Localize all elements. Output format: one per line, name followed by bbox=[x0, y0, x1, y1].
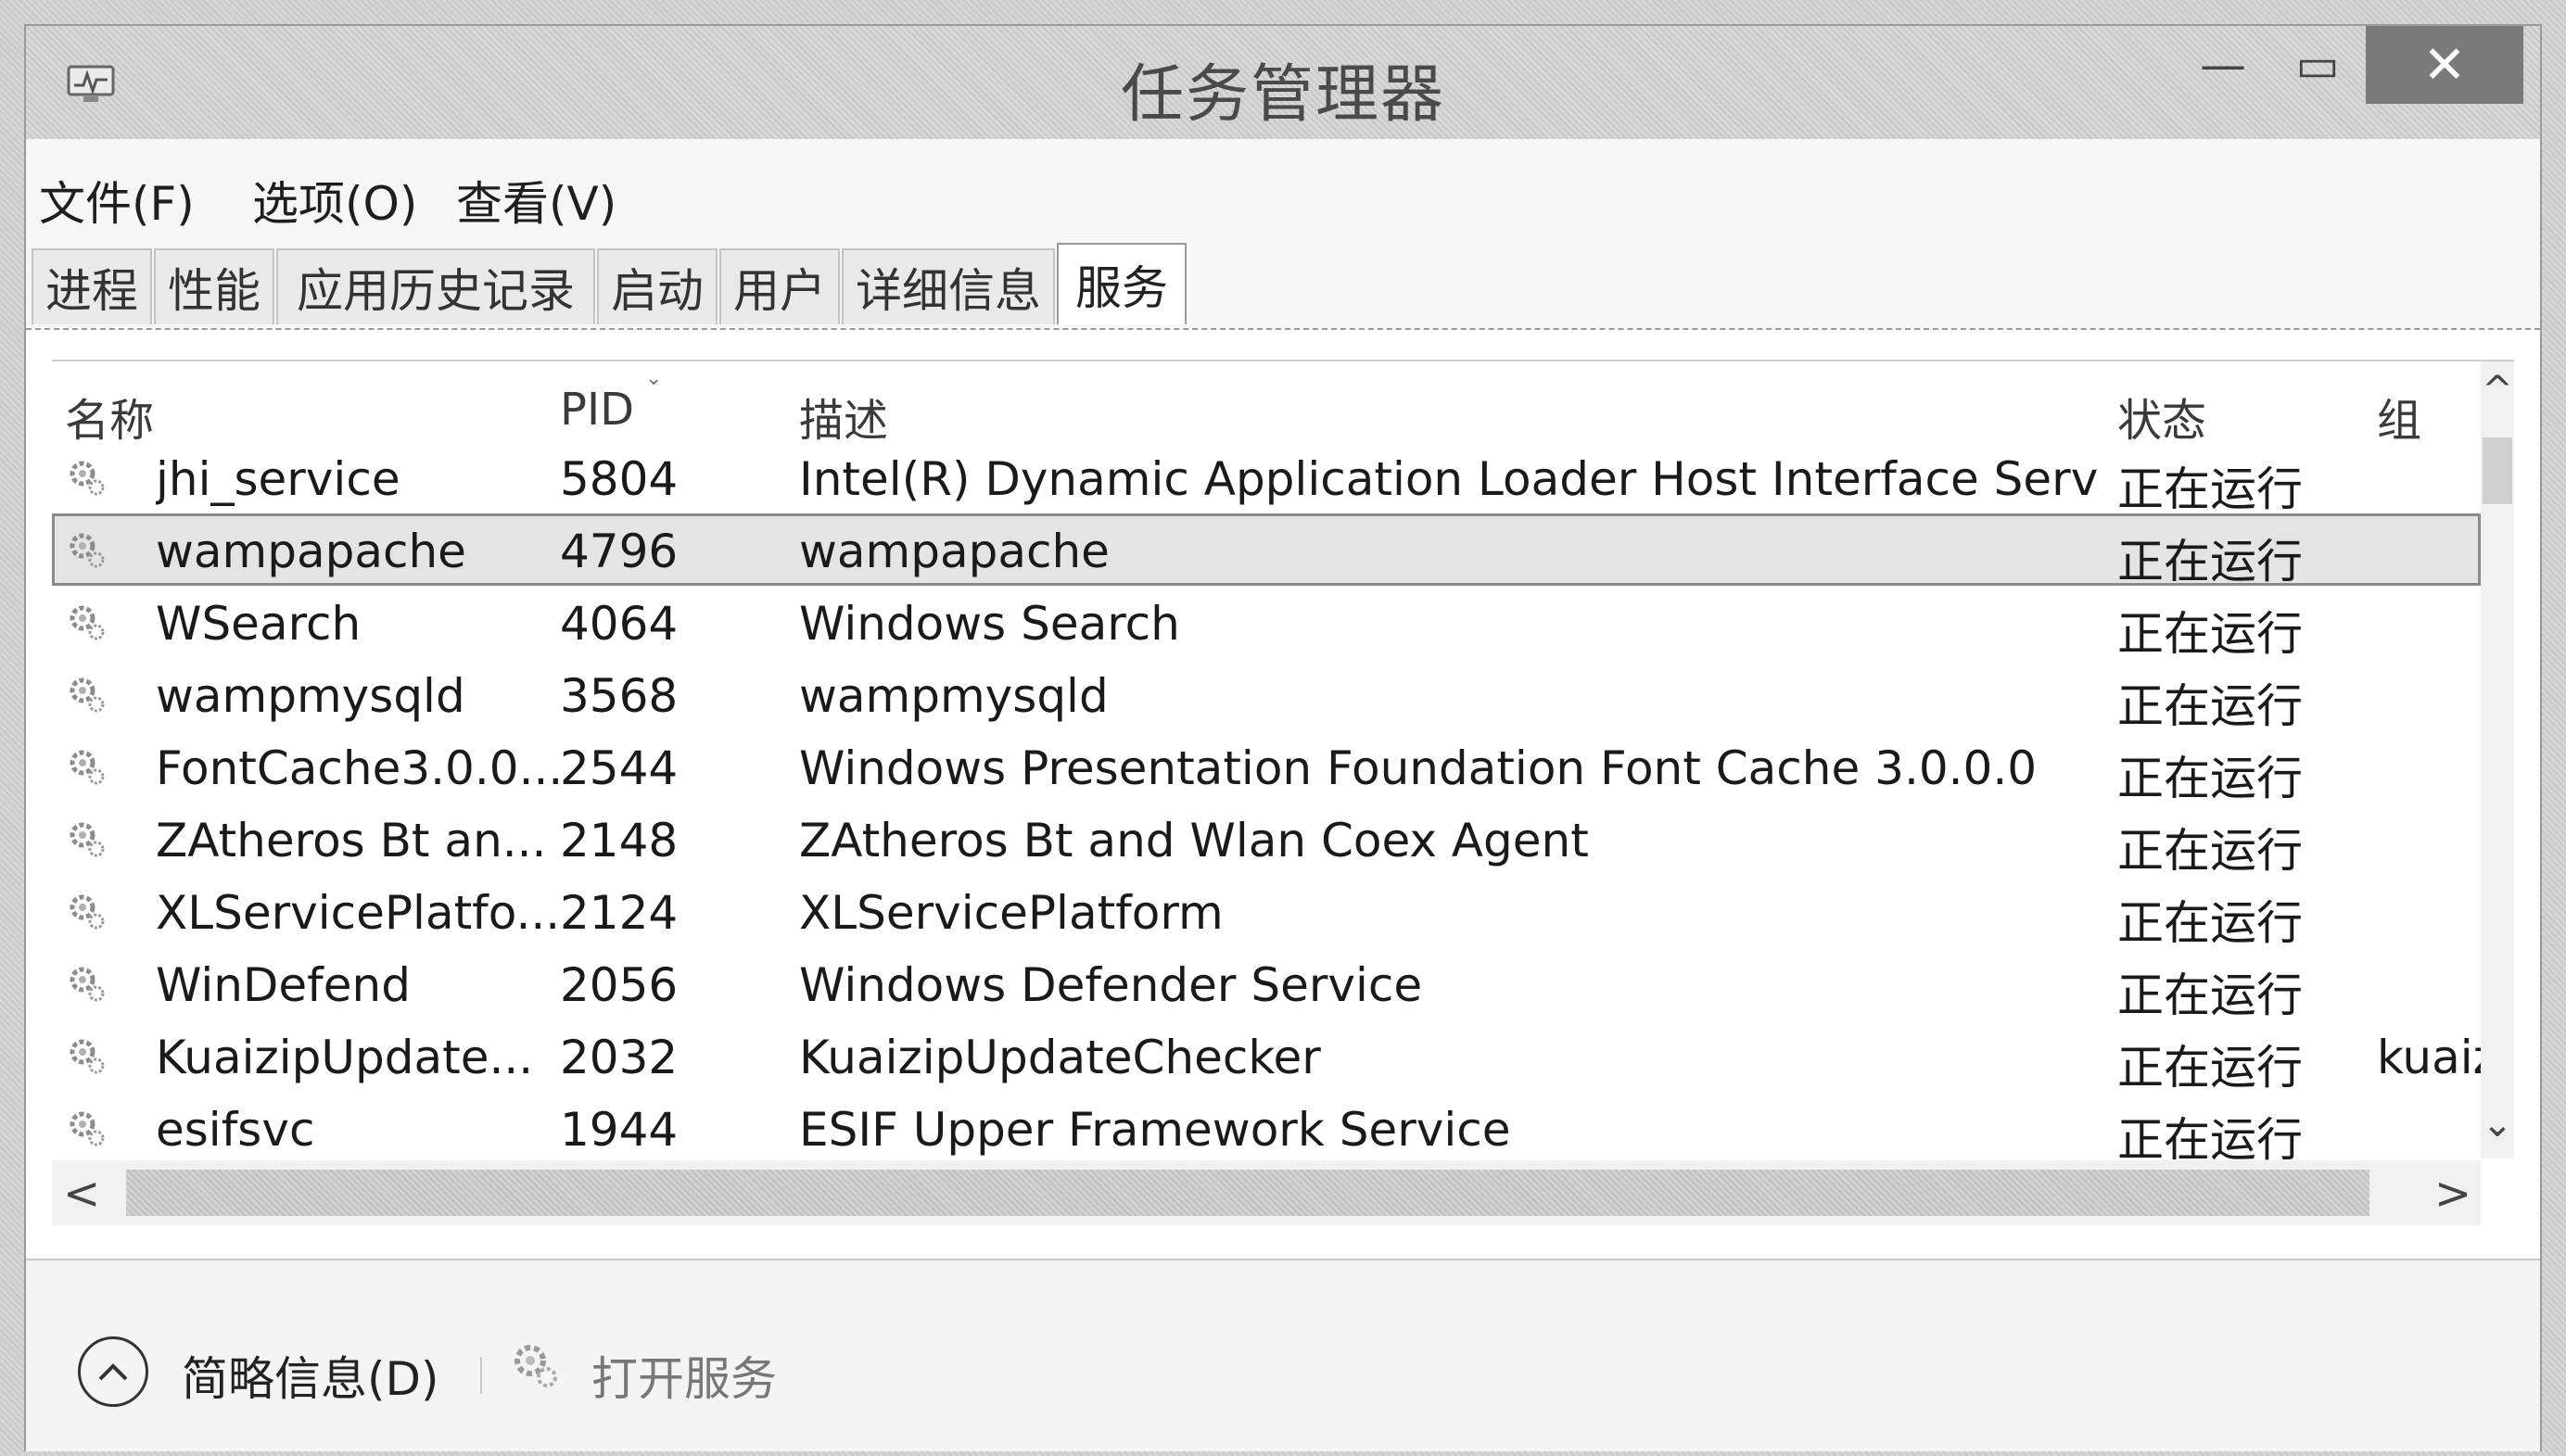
column-header-pid[interactable]: PID bbox=[560, 384, 634, 436]
pid-cell: 2544 bbox=[560, 741, 679, 795]
description-cell: ZAtheros Bt and Wlan Coex Agent bbox=[799, 814, 1589, 867]
service-name-cell: jhi_service bbox=[156, 452, 400, 506]
scroll-left-button[interactable]: < bbox=[63, 1168, 100, 1220]
chevron-up-icon[interactable] bbox=[78, 1336, 148, 1407]
table-row[interactable]: KuaizipUpdate... 2032 KuaizipUpdateChecker… bbox=[52, 1019, 2507, 1095]
scroll-right-button[interactable]: > bbox=[2434, 1168, 2471, 1220]
pid-cell: 4796 bbox=[560, 525, 679, 578]
gear-icon bbox=[70, 533, 105, 568]
tab-users[interactable]: 用户 bbox=[719, 248, 840, 324]
gear-icon bbox=[70, 822, 105, 857]
description-cell: Windows Presentation Foundation Font Cac… bbox=[799, 741, 2038, 795]
gear-icon bbox=[70, 677, 105, 713]
tab-processes[interactable]: 进程 bbox=[32, 248, 152, 324]
gear-icon bbox=[70, 750, 105, 785]
gear-icon bbox=[70, 1111, 105, 1146]
pid-cell: 5804 bbox=[560, 452, 679, 506]
gear-icon bbox=[70, 894, 105, 930]
horizontal-scrollbar[interactable]: < > bbox=[52, 1160, 2481, 1225]
status-cell: 正在运行 bbox=[2117, 535, 2303, 589]
window-title: 任务管理器 bbox=[1120, 58, 1445, 132]
scroll-down-button[interactable]: ⌄ bbox=[2481, 1103, 2514, 1146]
pid-cell: 2148 bbox=[560, 814, 679, 867]
tab-services[interactable]: 服务 bbox=[1057, 243, 1187, 324]
column-header-name[interactable]: 名称 bbox=[65, 384, 154, 449]
task-manager-window: 任务管理器 — ▭ ✕ 文件(F) 选项(O) 查看(V) 进程 性能 应用历史… bbox=[24, 24, 2542, 1451]
service-name-cell: ZAtheros Bt an... bbox=[156, 814, 547, 867]
description-cell: KuaizipUpdateChecker bbox=[799, 1031, 1321, 1084]
footer-divider bbox=[480, 1357, 482, 1394]
service-name-cell: wampmysqld bbox=[156, 669, 465, 723]
description-cell: wampmysqld bbox=[799, 669, 1109, 723]
table-row[interactable]: ZAtheros Bt an... 2148 ZAtheros Bt and Wla… bbox=[52, 803, 2481, 878]
tab-performance[interactable]: 性能 bbox=[154, 248, 274, 324]
description-cell: wampapache bbox=[799, 525, 1110, 578]
tab-startup[interactable]: 启动 bbox=[597, 248, 718, 324]
status-cell: 正在运行 bbox=[2117, 462, 2303, 516]
pid-cell: 2032 bbox=[560, 1031, 679, 1084]
pid-cell: 2056 bbox=[560, 958, 679, 1012]
gear-icon bbox=[70, 605, 105, 640]
fewer-details-link[interactable]: 简略信息(D) bbox=[182, 1342, 439, 1409]
table-row[interactable]: esifsvc 1944 ESIF Upper Framework Service 正… bbox=[52, 1092, 2481, 1167]
vertical-scroll-thumb[interactable] bbox=[2483, 437, 2512, 504]
maximize-button[interactable]: ▭ bbox=[2273, 26, 2362, 104]
minimize-button[interactable]: — bbox=[2179, 26, 2267, 104]
menu-options[interactable]: 选项(O) bbox=[252, 167, 417, 234]
menu-bar: 文件(F) 选项(O) 查看(V) bbox=[26, 139, 2540, 241]
pid-cell: 2124 bbox=[560, 886, 679, 940]
description-cell: ESIF Upper Framework Service bbox=[799, 1103, 1511, 1157]
table-header: 名称 PID ⌄ 描述 状态 组 bbox=[52, 361, 2481, 447]
menu-file[interactable]: 文件(F) bbox=[39, 167, 195, 234]
description-cell: XLServicePlatform bbox=[799, 886, 1224, 940]
sort-indicator-icon: ⌄ bbox=[645, 367, 663, 390]
menu-view[interactable]: 查看(V) bbox=[456, 167, 616, 234]
pid-cell: 3568 bbox=[560, 669, 679, 723]
close-button[interactable]: ✕ bbox=[2366, 26, 2523, 104]
table-row[interactable]: wampmysqld 3568 wampmysqld 正在运行 bbox=[52, 658, 2481, 733]
service-name-cell: WinDefend bbox=[156, 958, 411, 1012]
service-name-cell: KuaizipUpdate... bbox=[156, 1031, 534, 1084]
column-header-status[interactable]: 状态 bbox=[2117, 384, 2206, 449]
service-name-cell: wampapache bbox=[156, 525, 466, 578]
service-name-cell: XLServicePlatfo... bbox=[156, 886, 561, 940]
description-cell: Windows Search bbox=[799, 597, 1180, 651]
horizontal-scroll-thumb[interactable] bbox=[126, 1170, 2369, 1216]
title-bar[interactable]: 任务管理器 — ▭ ✕ bbox=[26, 26, 2540, 139]
status-cell: 正在运行 bbox=[2117, 969, 2303, 1022]
table-row[interactable]: WSearch 4064 Windows Search 正在运行 bbox=[52, 586, 2481, 661]
open-services-link[interactable]: 打开服务 bbox=[591, 1342, 777, 1409]
services-table: 名称 PID ⌄ 描述 状态 组 jhi_service 5804 Intel(R)… bbox=[52, 360, 2514, 1233]
service-name-cell: esifsvc bbox=[156, 1103, 315, 1157]
service-name-cell: WSearch bbox=[156, 597, 362, 651]
pid-cell: 4064 bbox=[560, 597, 679, 651]
column-header-group[interactable]: 组 bbox=[2377, 384, 2421, 449]
table-row[interactable]: WinDefend 2056 Windows Defender Service 正在运… bbox=[52, 947, 2481, 1022]
status-cell: 正在运行 bbox=[2117, 752, 2303, 805]
vertical-scrollbar[interactable]: ^ ⌄ bbox=[2481, 361, 2514, 1158]
footer-bar: 简略信息(D) 打开服务 bbox=[26, 1259, 2540, 1451]
status-cell: 正在运行 bbox=[2117, 679, 2303, 733]
gear-icon bbox=[70, 1039, 105, 1074]
description-cell: Windows Defender Service bbox=[799, 958, 1423, 1012]
tab-bar: 进程 性能 应用历史记录 启动 用户 详细信息 服务 bbox=[26, 235, 2540, 330]
gear-icon bbox=[514, 1345, 557, 1387]
scroll-up-button[interactable]: ^ bbox=[2481, 369, 2514, 411]
status-cell: 正在运行 bbox=[2117, 824, 2303, 878]
gear-icon bbox=[70, 967, 105, 1002]
table-row[interactable]: XLServicePlatfo... 2124 XLServicePlatform 正… bbox=[52, 875, 2481, 950]
column-header-description[interactable]: 描述 bbox=[799, 384, 888, 449]
tab-details[interactable]: 详细信息 bbox=[842, 248, 1055, 324]
table-row[interactable]: FontCache3.0.0... 2544 Windows Presentatio… bbox=[52, 730, 2481, 805]
gear-icon bbox=[70, 461, 105, 496]
status-cell: 正在运行 bbox=[2117, 896, 2303, 950]
tab-app-history[interactable]: 应用历史记录 bbox=[276, 248, 595, 324]
description-cell: Intel(R) Dynamic Application Loader Host… bbox=[799, 452, 2097, 506]
status-cell: 正在运行 bbox=[2117, 1041, 2303, 1095]
service-name-cell: FontCache3.0.0... bbox=[156, 741, 564, 795]
status-cell: 正在运行 bbox=[2117, 607, 2303, 661]
table-row[interactable]: jhi_service 5804 Intel(R) Dynamic Applicat… bbox=[52, 441, 2481, 516]
pid-cell: 1944 bbox=[560, 1103, 679, 1157]
table-row[interactable]: wampapache 4796 wampapache 正在运行 bbox=[52, 513, 2481, 589]
